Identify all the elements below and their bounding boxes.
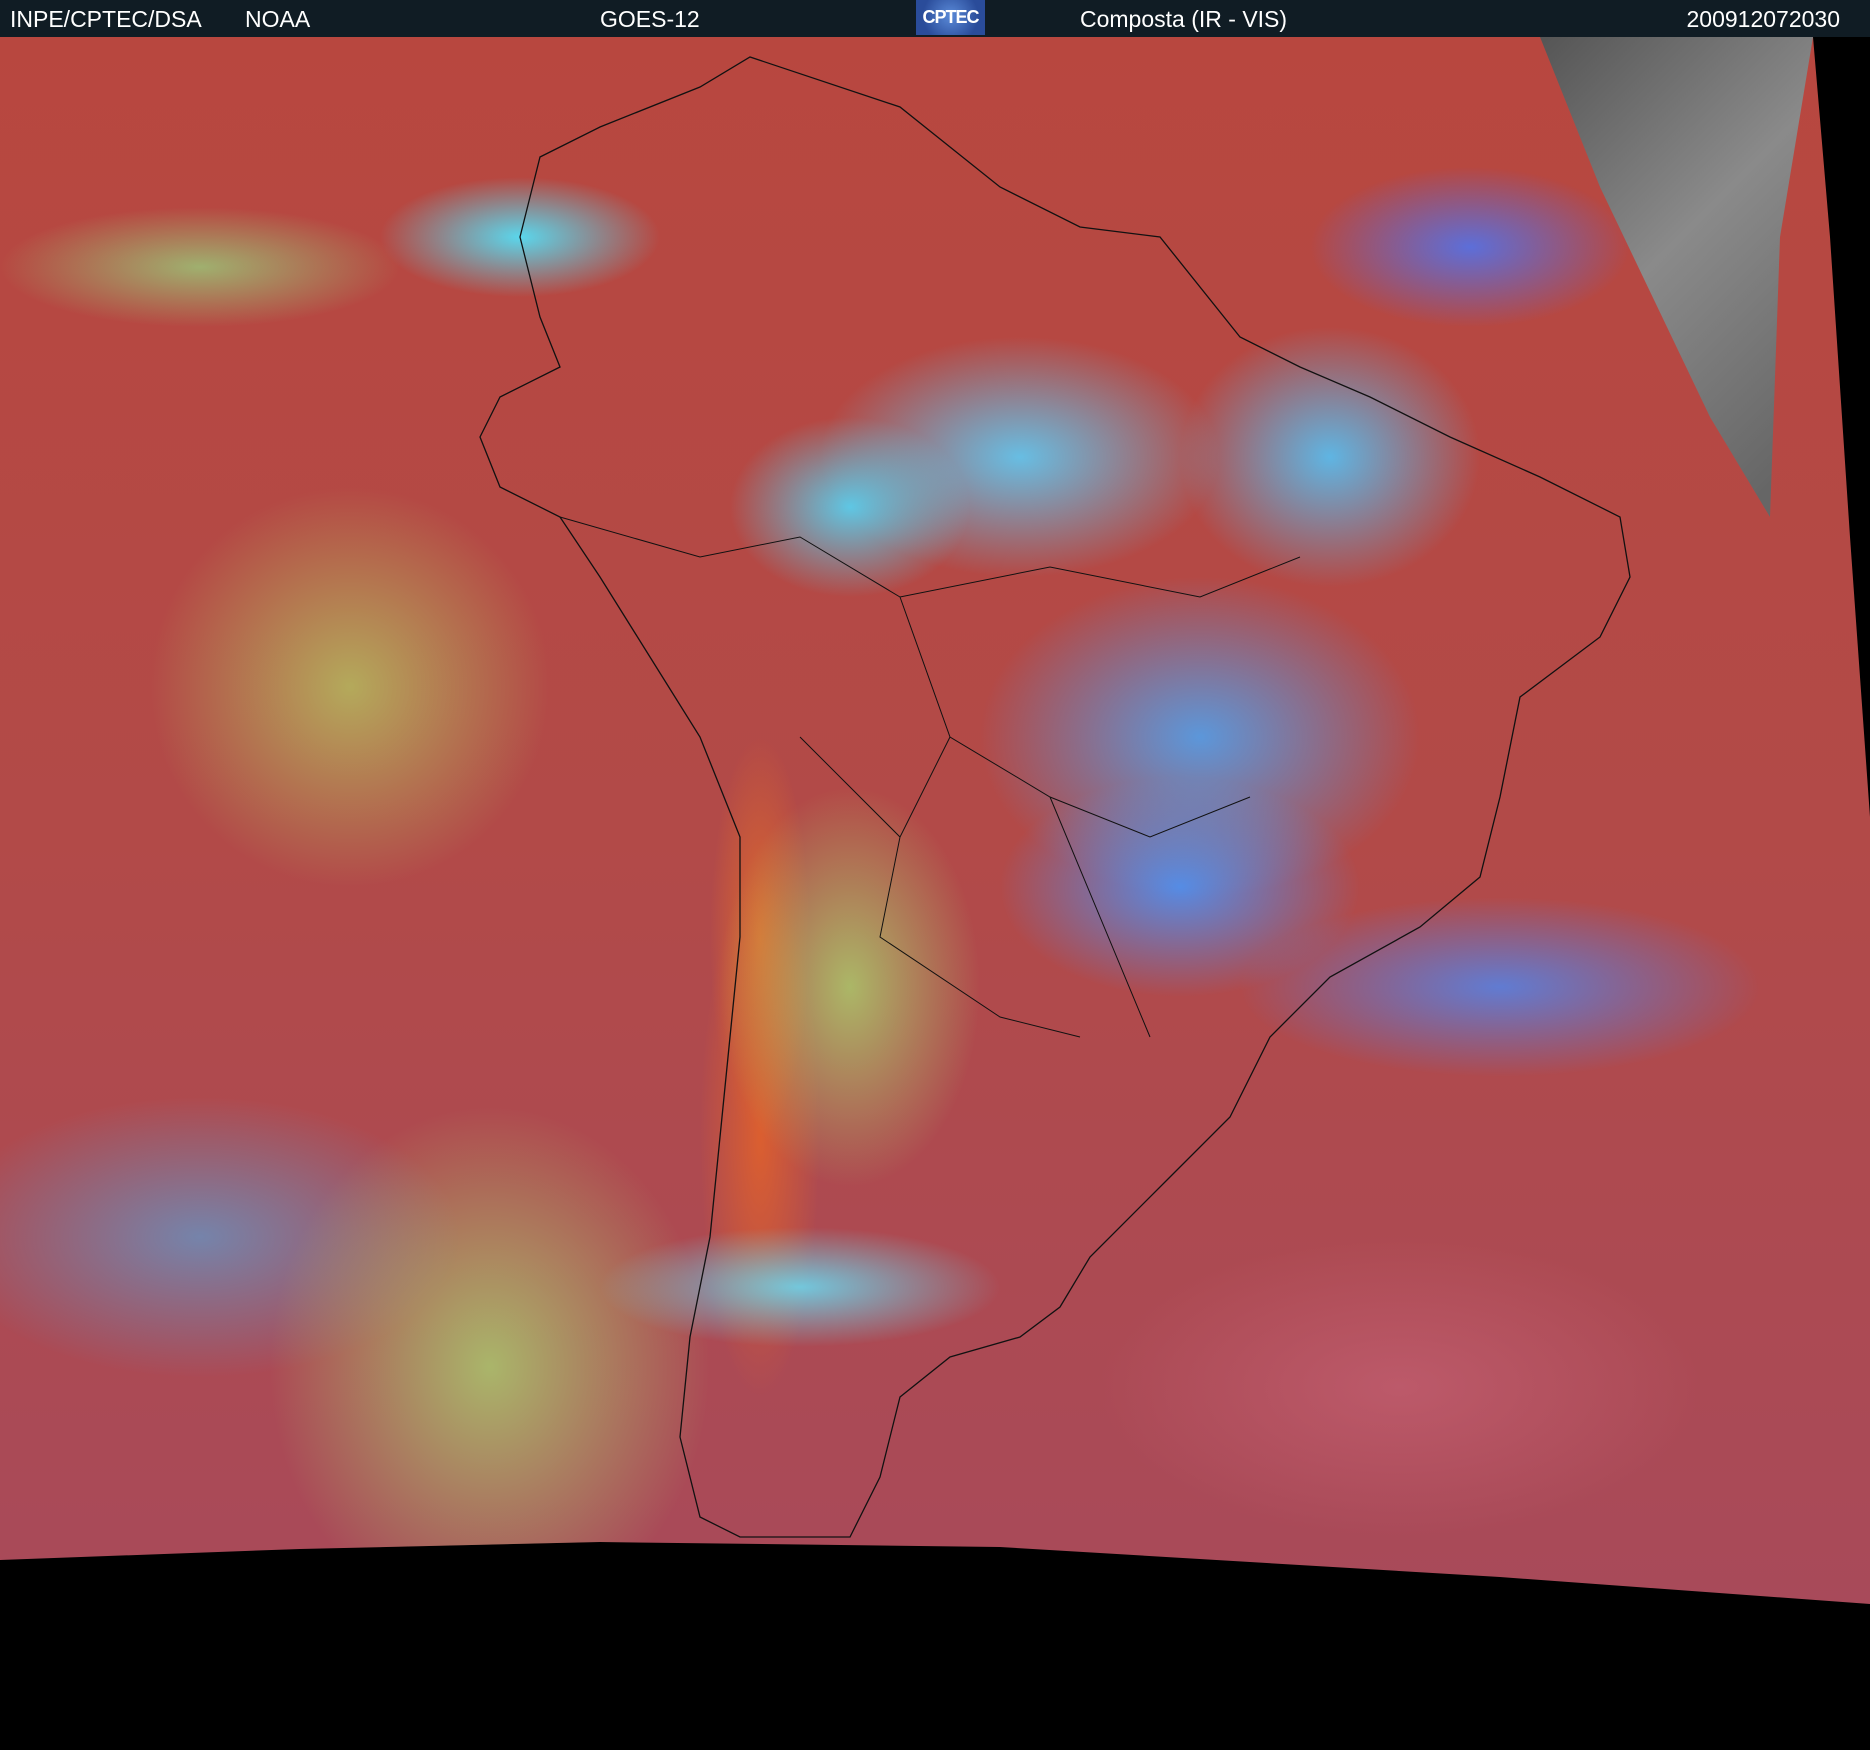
header-bar: INPE/CPTEC/DSA NOAA GOES-12 CPTEC Compos…	[0, 0, 1870, 37]
source-label: INPE/CPTEC/DSA	[10, 6, 202, 32]
country-borders	[479, 56, 1631, 1538]
product-label: Composta (IR - VIS)	[1080, 6, 1288, 32]
cptec-logo: CPTEC	[916, 0, 985, 35]
timestamp-label: 200912072030	[1686, 6, 1841, 32]
agency-label: NOAA	[245, 6, 311, 32]
south-america-coastline	[479, 56, 1631, 1538]
satellite-label: GOES-12	[600, 6, 700, 32]
